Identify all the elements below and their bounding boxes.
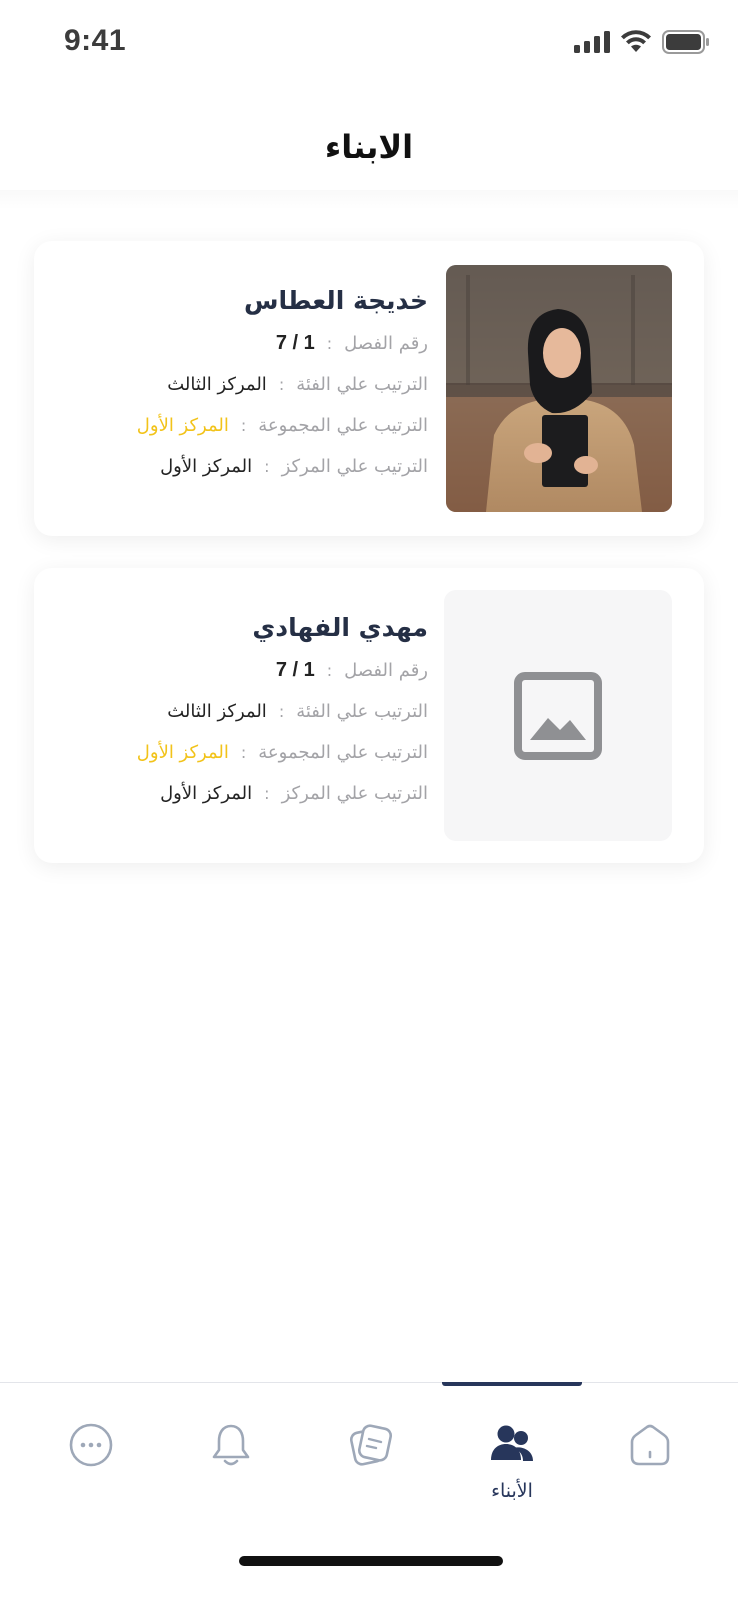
center-rank-label: الترتيب علي المركز: [281, 783, 428, 804]
home-icon: [630, 1424, 670, 1466]
cellular-signal-icon: [574, 31, 610, 53]
child-photo-image: [446, 265, 672, 512]
image-placeholder-icon: [514, 671, 602, 760]
child-card[interactable]: خديجة العطاس رقم الفصل : 7 / 1 الترتيب ع…: [34, 241, 704, 536]
center-rank-value: المركز الأول: [160, 456, 253, 477]
separator: :: [264, 457, 270, 476]
class-number-value: 7 / 1: [275, 332, 315, 354]
nav-item-notes[interactable]: [316, 1418, 426, 1528]
child-photo-placeholder: [444, 590, 672, 841]
group-rank-row: الترتيب علي المجموعة : المركز الأول: [48, 405, 428, 446]
class-number-value: 7 / 1: [275, 659, 315, 681]
notes-icon: [349, 1424, 393, 1466]
category-rank-label: الترتيب علي الفئة: [296, 701, 428, 722]
class-number-label: رقم الفصل: [344, 333, 428, 354]
status-time: 9:41: [64, 24, 127, 57]
child-card[interactable]: مهدي الفهادي رقم الفصل : 7 / 1 الترتيب ع…: [34, 568, 704, 863]
status-icons: [574, 30, 710, 54]
active-tab-indicator: [442, 1382, 582, 1386]
nav-item-children[interactable]: الأبناء: [457, 1418, 567, 1528]
class-number-row: رقم الفصل : 7 / 1: [48, 323, 428, 364]
group-rank-value: المركز الأول: [136, 415, 229, 436]
nav-label-children: الأبناء: [491, 1480, 533, 1502]
category-rank-value: المركز الثالث: [167, 701, 267, 722]
users-icon: [491, 1425, 533, 1461]
more-icon: [69, 1423, 113, 1467]
nav-item-home[interactable]: [595, 1418, 705, 1528]
group-rank-label: الترتيب علي المجموعة: [258, 742, 428, 763]
category-rank-value: المركز الثالث: [167, 374, 267, 395]
center-rank-value: المركز الأول: [160, 783, 253, 804]
wifi-icon: [621, 30, 651, 52]
center-rank-row: الترتيب علي المركز : المركز الأول: [48, 773, 428, 814]
home-indicator[interactable]: [239, 1556, 503, 1566]
nav-item-more[interactable]: [36, 1418, 146, 1528]
category-rank-row: الترتيب علي الفئة : المركز الثالث: [48, 364, 428, 405]
class-number-row: رقم الفصل : 7 / 1: [48, 650, 428, 691]
category-rank-label: الترتيب علي الفئة: [296, 374, 428, 395]
group-rank-value: المركز الأول: [136, 742, 229, 763]
group-rank-label: الترتيب علي المجموعة: [258, 415, 428, 436]
group-rank-row: الترتيب علي المجموعة : المركز الأول: [48, 732, 428, 773]
battery-icon: [662, 30, 709, 54]
child-info: خديجة العطاس رقم الفصل : 7 / 1 الترتيب ع…: [48, 279, 428, 487]
header-divider: [0, 190, 738, 210]
child-name: مهدي الفهادي: [252, 613, 428, 642]
separator: :: [326, 661, 333, 680]
class-number-label: رقم الفصل: [344, 660, 428, 681]
child-info: مهدي الفهادي رقم الفصل : 7 / 1 الترتيب ع…: [48, 606, 428, 814]
bell-icon: [212, 1424, 250, 1466]
child-name: خديجة العطاس: [243, 286, 428, 315]
bottom-nav-divider: [0, 1382, 738, 1383]
nav-item-notifications[interactable]: [176, 1418, 286, 1528]
page-title: الابناء: [324, 128, 414, 166]
category-rank-row: الترتيب علي الفئة : المركز الثالث: [48, 691, 428, 732]
separator: :: [240, 416, 247, 435]
separator: :: [326, 334, 333, 353]
center-rank-row: الترتيب علي المركز : المركز الأول: [48, 446, 428, 487]
center-rank-label: الترتيب علي المركز: [281, 456, 428, 477]
child-photo: [446, 265, 672, 512]
separator: :: [264, 784, 270, 803]
separator: :: [278, 375, 285, 394]
separator: :: [278, 702, 285, 721]
separator: :: [240, 743, 247, 762]
phone-screen: 9:41 الابناء خديجة العطاس رقم الفصل: 7 …: [0, 0, 738, 1600]
